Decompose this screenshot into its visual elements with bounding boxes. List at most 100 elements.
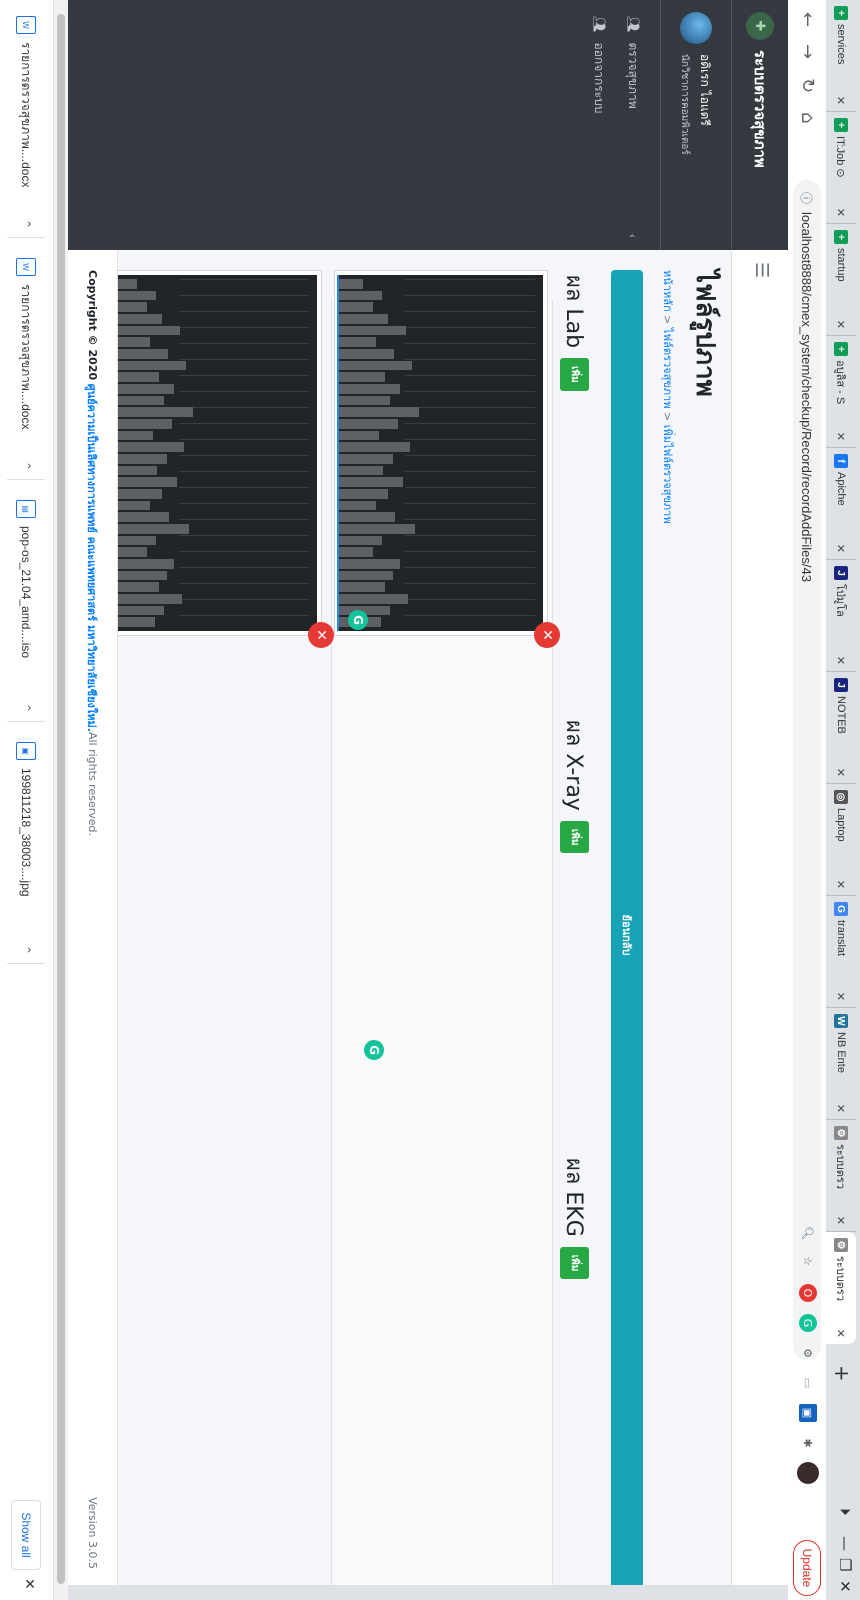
add-xray-button[interactable]: เพิ่ม <box>560 820 590 854</box>
forward-icon[interactable]: → <box>797 44 818 59</box>
browser-tab[interactable]: + IT:Job ⊙ ✕ <box>826 112 856 224</box>
show-all-button[interactable]: Show all <box>11 1500 41 1570</box>
new-tab-button[interactable]: + <box>830 1365 854 1382</box>
uploaded-image <box>337 275 543 631</box>
site-info-icon[interactable]: ⓘ <box>799 192 816 204</box>
tab-title: โป่มูโล <box>834 584 846 617</box>
breadcrumb-files[interactable]: ไฟล์ตรวจสุขภาพ <box>661 328 674 409</box>
image-file-icon: ▣ <box>16 742 36 760</box>
section-title-lab: ผล Lab <box>561 275 587 349</box>
footer: Copyright © 2020 ศูนย์ความเป็นเลิศทางการ… <box>68 250 118 1585</box>
close-tab-icon[interactable]: ✕ <box>835 992 848 1001</box>
close-tab-icon[interactable]: ✕ <box>835 1329 848 1338</box>
lab-image-thumbnail[interactable] <box>334 270 548 636</box>
download-item[interactable]: W รายการตรวจสุขภาพ....docx ⌃ <box>7 8 45 238</box>
top-navbar: ☰ <box>731 250 788 1585</box>
back-button[interactable]: ย้อนกลับ <box>611 270 643 1585</box>
screen-extension-icon[interactable]: ▣ <box>799 1404 817 1422</box>
section-title-xray: ผล X-ray <box>561 720 587 811</box>
profile-avatar-icon[interactable] <box>797 1462 819 1484</box>
chevron-up-icon[interactable]: ⌃ <box>19 703 33 713</box>
tab-strip: + services ✕ + IT:Job ⊙ ✕ + startup ✕ + อบูลิส - S… <box>826 0 860 1600</box>
browser-tab[interactable]: ◎ Laptop ✕ <box>826 784 856 896</box>
breadcrumb-home[interactable]: หน้าหลัก <box>661 270 674 312</box>
user-role: นักวิชาการคอมพิวเตอร์ <box>679 54 691 155</box>
section-title-ekg: ผล EKG <box>561 1158 587 1237</box>
close-tab-icon[interactable]: ✕ <box>835 1104 848 1113</box>
tab-title: startup <box>835 248 847 282</box>
thumb-bars <box>113 275 235 631</box>
update-button[interactable]: Update <box>793 1540 821 1596</box>
close-window-icon[interactable]: ✕ <box>836 1580 854 1593</box>
home-icon[interactable]: ⌂ <box>797 112 818 123</box>
hamburger-menu-icon[interactable]: ☰ <box>751 262 772 278</box>
wordpress-icon: W <box>834 1014 848 1028</box>
tab-title: translat <box>835 920 847 957</box>
tab-title: services <box>835 24 847 65</box>
browser-tab[interactable]: Gtranslat ✕ <box>826 896 856 1008</box>
browser-tab[interactable]: + อบูลิส - S ✕ <box>826 336 856 448</box>
chevron-up-icon[interactable]: ⌃ <box>19 461 33 471</box>
close-tab-icon[interactable]: ✕ <box>835 432 848 441</box>
extension-icon[interactable]: ▭ <box>799 1374 817 1392</box>
opera-extension-icon[interactable]: O <box>799 1284 817 1302</box>
page-icon: ⚙ <box>834 1126 848 1140</box>
grammarly-icon[interactable]: G <box>348 610 368 630</box>
browser-tab[interactable]: J NOTEB ✕ <box>826 672 856 784</box>
delete-icon[interactable]: ✕ <box>534 622 560 648</box>
user-panel[interactable]: อดิเรก ไอแดรี นักวิชาการคอมพิวเตอร์ <box>660 0 731 250</box>
sidebar-item-checkup[interactable]: 👥︎ ตรวจสุขภาพ ‹ <box>616 0 650 250</box>
puzzle-icon[interactable]: ✱ <box>799 1434 817 1452</box>
lab-section: ผล Lab เพิ่ม <box>557 275 593 715</box>
restore-icon[interactable]: ❐ <box>836 1558 854 1571</box>
page-title: ไฟล์รูปภาพ <box>690 270 720 397</box>
close-tab-icon[interactable]: ✕ <box>835 544 848 553</box>
browser-tab[interactable]: + services ✕ <box>826 0 856 112</box>
close-tab-icon[interactable]: ✕ <box>835 208 848 217</box>
browser-tab[interactable]: J โป่มูโล ✕ <box>826 560 856 672</box>
media-control-icon[interactable]: ⏵ <box>836 1508 854 1516</box>
avatar <box>680 12 712 44</box>
browser-tab[interactable]: W NB Ente ✕ <box>826 1008 856 1120</box>
grammarly-icon[interactable]: G <box>364 1040 384 1060</box>
brand-logo-icon: ✚ <box>746 12 774 40</box>
bookmark-star-icon[interactable]: ☆ <box>799 1252 817 1270</box>
close-tab-icon[interactable]: ✕ <box>835 656 848 665</box>
screen: + services ✕ + IT:Job ⊙ ✕ + startup ✕ + อบูลิส - S… <box>0 0 860 1600</box>
close-tab-icon[interactable]: ✕ <box>835 1216 848 1225</box>
horizontal-scrollbar[interactable] <box>54 0 68 1600</box>
sidebar-item-logout[interactable]: 👥︎ ออกจากระบบ <box>582 0 616 250</box>
download-item[interactable]: W รายการตรวจสุขภาพ....docx ⌃ <box>7 250 45 480</box>
close-tab-icon[interactable]: ✕ <box>835 96 848 105</box>
close-downloads-icon[interactable]: ✕ <box>21 1578 37 1590</box>
brand[interactable]: ✚ ระบบตรวจสุขภาพ <box>731 0 788 250</box>
chevron-up-icon[interactable]: ⌃ <box>19 945 33 955</box>
add-ekg-button[interactable]: เพิ่ม <box>560 1246 590 1280</box>
address-bar[interactable]: ⓘ localhost8888/cmex_system/checkup/Reco… <box>793 180 821 1360</box>
delete-icon[interactable]: ✕ <box>308 622 334 648</box>
org-link[interactable]: ศูนย์ความเป็นเลิศทางการแพทย์ คณะแพทยศาสต… <box>84 384 102 732</box>
close-tab-icon[interactable]: ✕ <box>835 768 848 777</box>
add-lab-button[interactable]: เพิ่ม <box>560 358 590 391</box>
back-icon[interactable]: ← <box>797 12 818 27</box>
browser-tab[interactable]: ⚙ ระบบตรว ✕ <box>826 1232 856 1344</box>
browser-tab[interactable]: ⚙ ระบบตรว ✕ <box>826 1120 856 1232</box>
zoom-icon[interactable]: 🔍︎ <box>799 1224 817 1242</box>
browser-tab[interactable]: f Apiche ✕ <box>826 448 856 560</box>
download-item[interactable]: ▣ 199811218_38003....jpg ⌃ <box>7 734 45 964</box>
breadcrumb-separator: > <box>661 311 674 328</box>
minimize-icon[interactable]: — <box>836 1536 854 1551</box>
chevron-up-icon[interactable]: ⌃ <box>19 219 33 229</box>
close-tab-icon[interactable]: ✕ <box>835 880 848 889</box>
grammarly-extension-icon[interactable]: G <box>799 1314 817 1332</box>
close-tab-icon[interactable]: ✕ <box>835 320 848 329</box>
uploaded-image <box>111 275 317 631</box>
settings-extension-icon[interactable]: ⚙ <box>799 1344 817 1362</box>
browser-tab[interactable]: + startup ✕ <box>826 224 856 336</box>
reload-icon[interactable]: ↻ <box>797 78 818 93</box>
lab-image-thumbnail[interactable] <box>108 270 322 636</box>
scrollbar-thumb[interactable] <box>57 14 65 1584</box>
download-item[interactable]: ▤ pop-os_21.04_amd....iso ⌃ <box>7 492 45 722</box>
sheets-icon: + <box>834 6 848 20</box>
tab-title: ระบบตรว <box>834 1144 846 1190</box>
